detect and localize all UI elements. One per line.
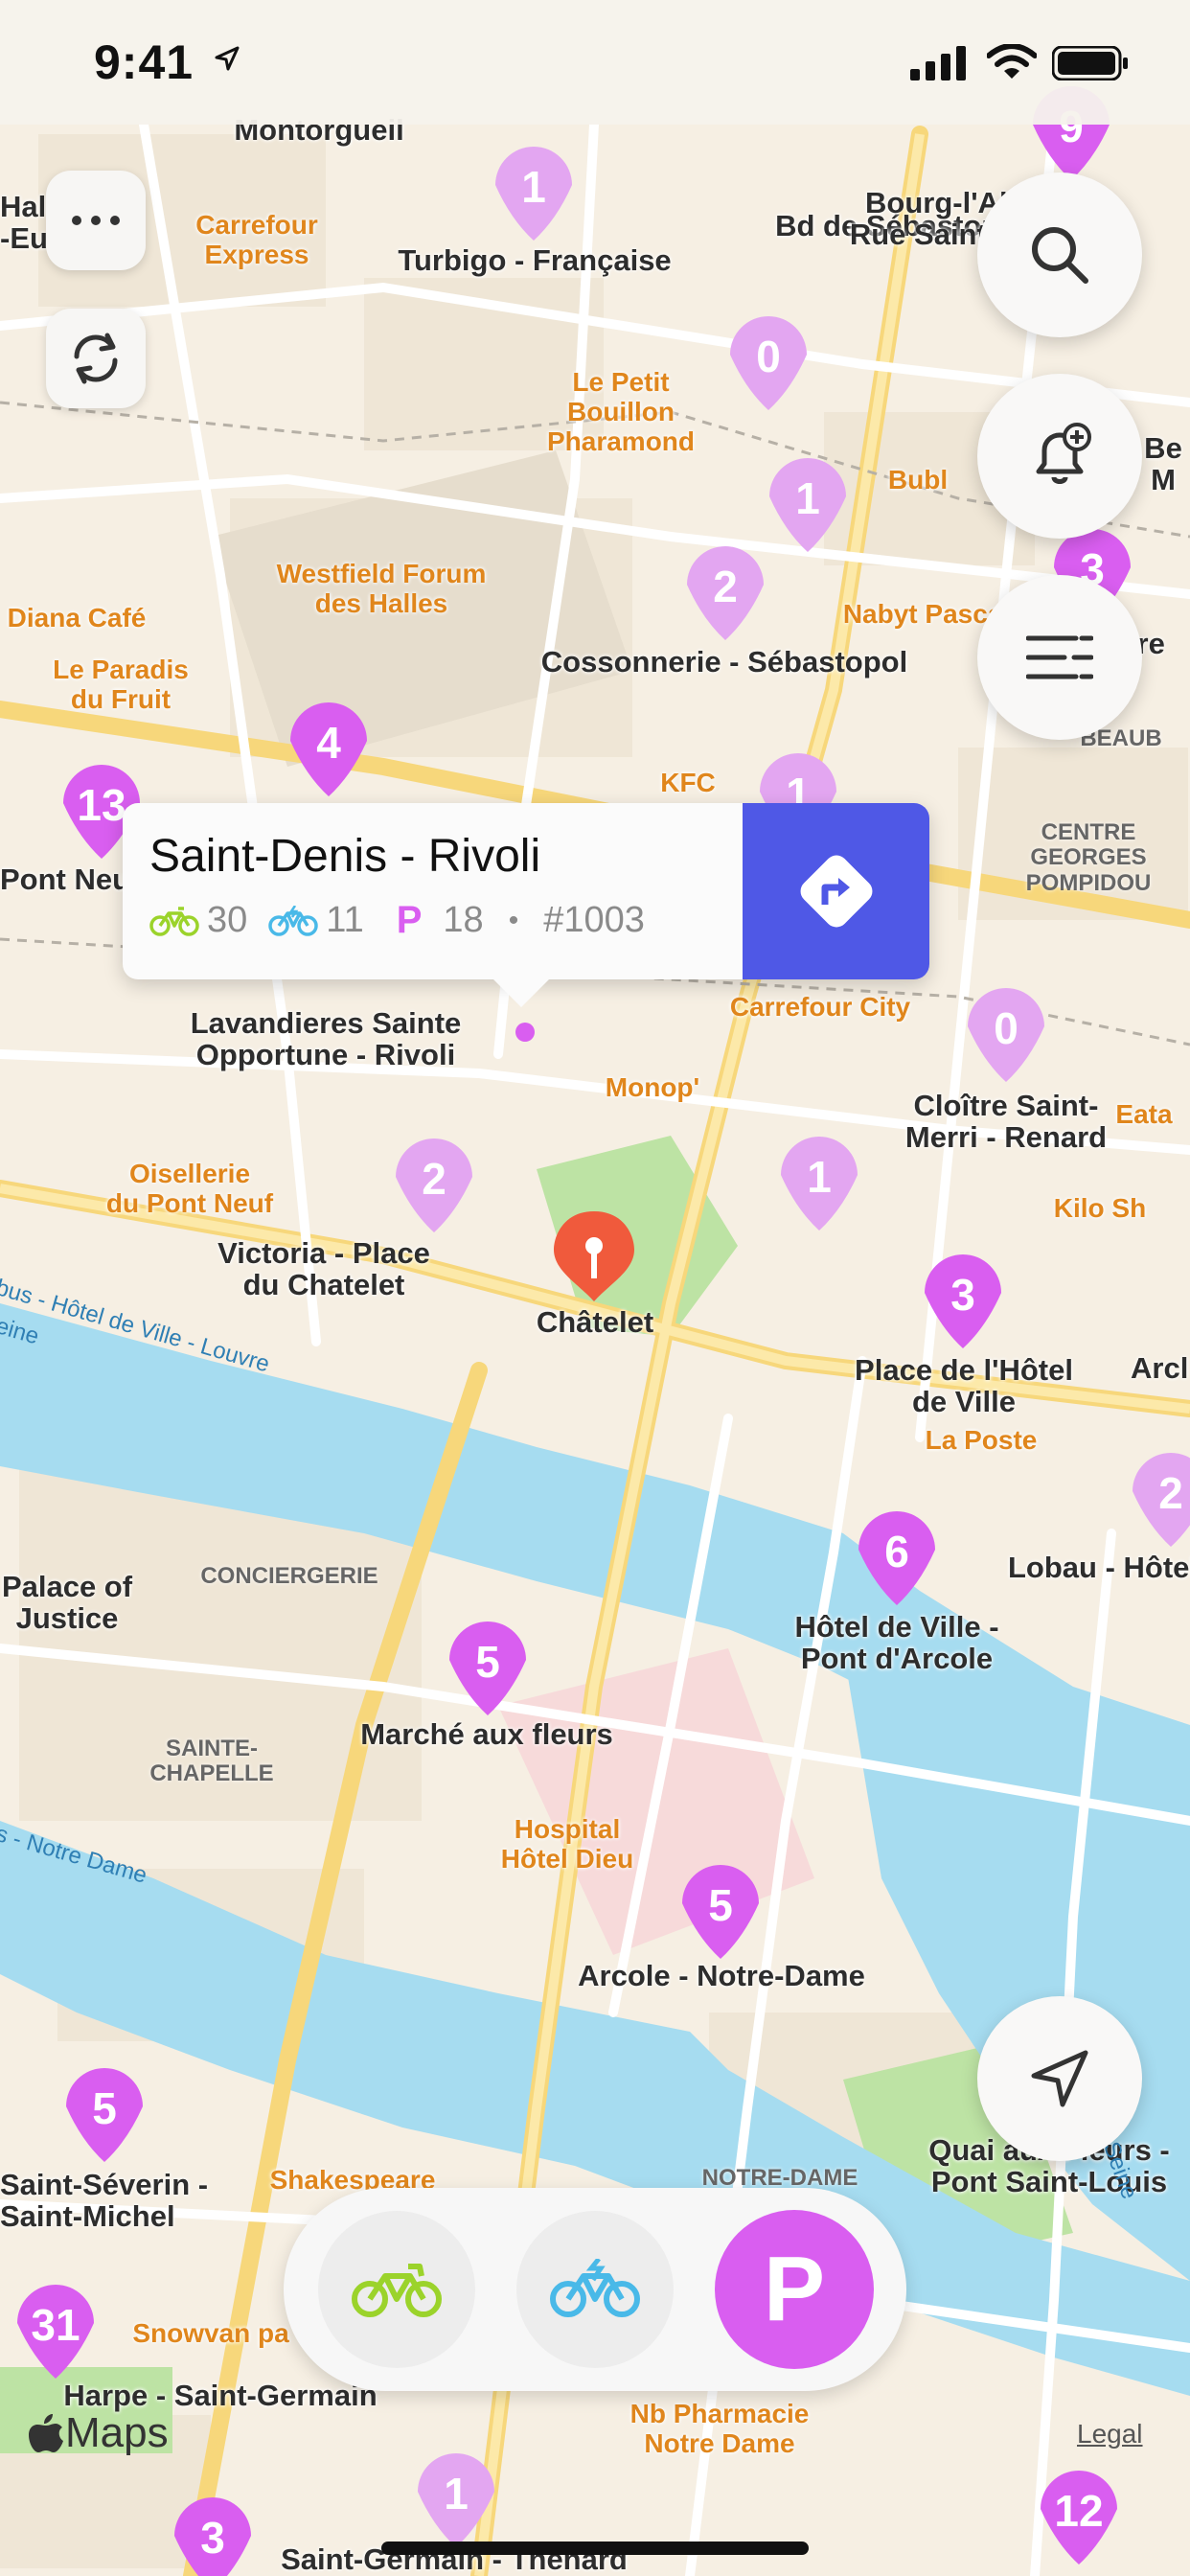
list-button[interactable] xyxy=(977,575,1142,740)
station-pin-count[interactable]: 1 xyxy=(521,161,546,213)
locate-me-button[interactable] xyxy=(977,1996,1142,2161)
station-pin-count[interactable]: 0 xyxy=(994,1002,1018,1054)
station-pin-count[interactable]: 5 xyxy=(92,2082,117,2134)
landmark-label: CENTRE GEORGES POMPIDOU xyxy=(1025,819,1152,896)
apple-logo-icon xyxy=(29,2414,63,2452)
poi-label: Westfield Forum des Halles xyxy=(276,559,487,618)
poi-label: Eata xyxy=(1115,1099,1173,1129)
station-pin-count[interactable]: 1 xyxy=(795,472,820,524)
poi-label: Nb Pharmacie Notre Dame xyxy=(629,2399,810,2458)
station-label: Saint-Séverin - Saint-Michel xyxy=(0,2168,209,2233)
search-button[interactable] xyxy=(977,172,1142,337)
ebikes-count: 11 xyxy=(326,900,364,940)
station-label: Pont Neuf xyxy=(0,862,141,896)
callout-tail xyxy=(487,973,556,1007)
status-time: 9:41 xyxy=(94,35,195,89)
station-pin-count[interactable]: 0 xyxy=(756,331,781,382)
poi-label: KFC xyxy=(660,768,716,797)
station-id: #1003 xyxy=(543,900,645,940)
bike-icon xyxy=(352,2264,442,2317)
legal-link[interactable]: Legal xyxy=(1077,2419,1143,2450)
cellular-signal-icon xyxy=(910,46,966,80)
station-pin-count[interactable]: 2 xyxy=(422,1153,446,1205)
poi-label: Diana Café xyxy=(7,603,147,632)
home-indicator[interactable] xyxy=(381,2542,809,2555)
bell-plus-icon xyxy=(1036,423,1091,484)
poi-label: Snowvan pa xyxy=(132,2318,289,2348)
parking-label: P xyxy=(763,2238,826,2340)
station-pin-count[interactable]: 31 xyxy=(31,2299,80,2351)
station-label: Place de l'Hôtel de Ville xyxy=(855,1353,1073,1418)
directions-button[interactable] xyxy=(743,803,929,979)
station-pin-count[interactable]: 3 xyxy=(200,2512,225,2564)
station-pin-count[interactable]: 2 xyxy=(713,561,738,612)
station-pin-count[interactable]: 1 xyxy=(807,1151,832,1203)
poi-label: La Poste xyxy=(925,1425,1038,1455)
street-label: Palace of Justice xyxy=(1,1570,133,1635)
station-label: Lavandieres Sainte Opportune - Rivoli xyxy=(190,1006,462,1071)
station-pin-count[interactable]: 5 xyxy=(475,1636,500,1688)
poi-label: Carrefour Express xyxy=(195,210,318,269)
station-label: Cossonnerie - Sébastopol xyxy=(540,645,908,678)
maps-attribution: Maps xyxy=(29,2409,169,2457)
vehicle-mode-bar: P xyxy=(284,2188,906,2391)
station-label: Hôtel de Ville - Pont d'Arcole xyxy=(794,1610,999,1675)
ebike-icon xyxy=(550,2259,640,2317)
station-stats: 30 11 P 18 • #1003 xyxy=(149,899,645,942)
bikes-count: 30 xyxy=(207,900,248,940)
location-arrow-icon xyxy=(1031,2050,1088,2107)
bike-mode-button[interactable] xyxy=(318,2211,475,2368)
station-label: Marché aux fleurs xyxy=(360,1717,613,1751)
bike-icon xyxy=(149,906,199,936)
station-pin-count[interactable]: 1 xyxy=(444,2468,469,2519)
landmark-label: SAINTE- CHAPELLE xyxy=(149,1736,274,1787)
station-label: Arcole - Notre-Dame xyxy=(578,1959,865,1992)
poi-label: Monop' xyxy=(605,1072,700,1102)
poi-label: Le Petit Bouillon Pharamond xyxy=(546,367,696,456)
poi-label: Le Paradis du Fruit xyxy=(53,655,189,714)
ebike-mode-button[interactable] xyxy=(516,2211,674,2368)
station-pin-count[interactable]: 5 xyxy=(708,1879,733,1931)
poi-label: Bubl xyxy=(887,465,949,494)
parking-icon: P xyxy=(396,899,423,941)
station-pin-count[interactable]: 13 xyxy=(77,779,126,831)
list-icon xyxy=(1026,635,1093,679)
poi-label: Oisellerie du Pont Neuf xyxy=(105,1159,274,1218)
directions-icon xyxy=(800,855,872,928)
poi-label: Kilo Sh xyxy=(1053,1193,1147,1223)
refresh-button[interactable] xyxy=(46,309,146,408)
battery-icon xyxy=(1052,46,1128,80)
add-alert-button[interactable] xyxy=(977,374,1142,539)
app-root: 1 9 0 1 3 2 4 13 1 0 2 1 3 2 6 5 5 5 31 1 3 12 Montorgueil Tur… xyxy=(0,0,1190,2576)
location-arrow-icon xyxy=(215,46,240,71)
maps-label: Maps xyxy=(65,2409,169,2456)
station-label: Lobau - Hôtel xyxy=(1008,1551,1190,1584)
more-options-button[interactable] xyxy=(46,171,146,270)
landmark-label: CONCIERGERIE xyxy=(200,1563,378,1589)
poi-label: Carrefour City xyxy=(729,992,911,1022)
station-pin-count[interactable]: 4 xyxy=(316,717,341,769)
station-name: Saint-Denis - Rivoli xyxy=(149,831,541,882)
station-pin-count[interactable]: 2 xyxy=(1158,1467,1183,1519)
station-label: Harpe - Saint-Germain xyxy=(63,2379,378,2412)
wifi-icon xyxy=(987,44,1037,79)
station-pin-count[interactable]: 3 xyxy=(950,1269,975,1321)
station-label: Cloître Saint- Merri - Renard xyxy=(904,1089,1108,1154)
station-label: Turbigo - Française xyxy=(398,243,672,277)
poi-label: Hospital Hôtel Dieu xyxy=(500,1814,634,1874)
street-label: Be M xyxy=(1144,431,1182,496)
station-label: Victoria - Place du Chatelet xyxy=(217,1236,430,1301)
ebike-icon xyxy=(268,905,319,936)
status-bar: 9:41 xyxy=(0,0,1190,125)
station-label: Arcl xyxy=(1131,1351,1189,1385)
refresh-icon xyxy=(74,333,118,384)
parking-mode-button[interactable]: P xyxy=(715,2210,874,2369)
docks-count: 18 xyxy=(443,900,484,940)
search-icon xyxy=(1032,227,1088,284)
station-label: Châtelet xyxy=(536,1305,654,1339)
ellipsis-icon xyxy=(72,216,120,225)
station-pin-count[interactable]: 12 xyxy=(1054,2485,1103,2537)
separator-dot: • xyxy=(508,904,519,936)
station-pin-count[interactable]: 6 xyxy=(884,1526,909,1577)
